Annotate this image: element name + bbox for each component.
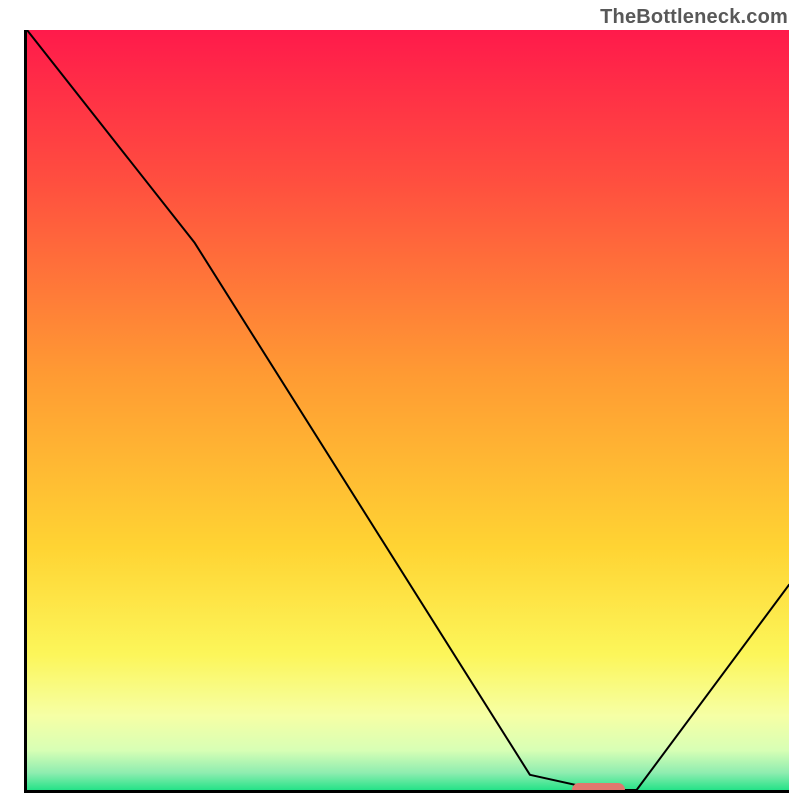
bottleneck-curve [27, 30, 789, 790]
chart-container: TheBottleneck.com [0, 0, 800, 800]
optimal-range-marker [572, 783, 625, 793]
plot-area [24, 30, 789, 793]
watermark-text: TheBottleneck.com [600, 6, 788, 29]
